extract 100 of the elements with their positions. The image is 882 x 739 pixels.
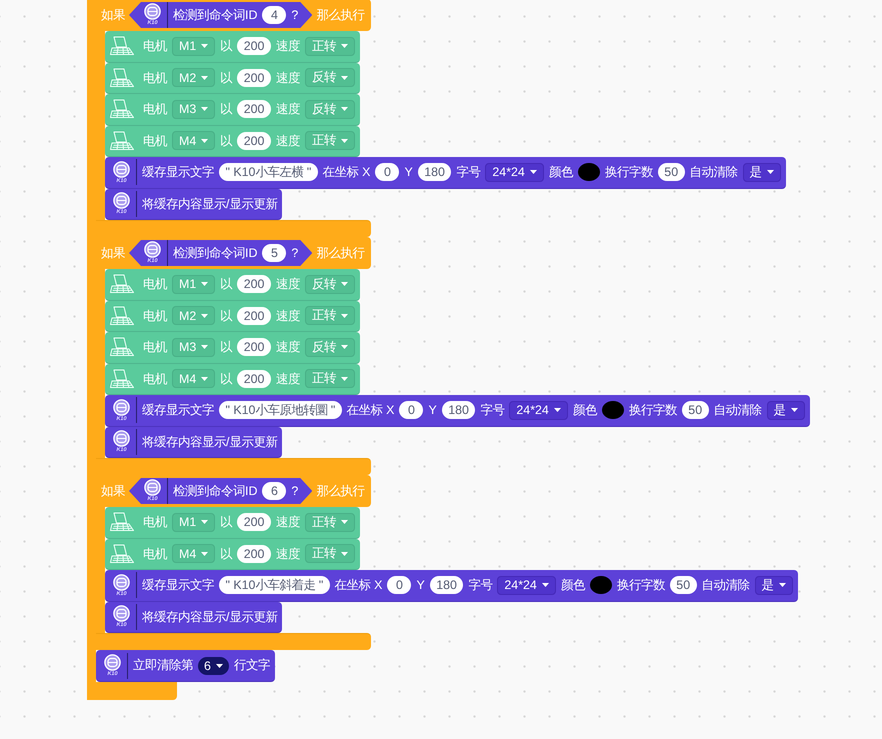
speed-field[interactable]: 200 — [237, 275, 271, 294]
block-label: 速度 — [276, 72, 300, 84]
x-field[interactable]: 0 — [375, 163, 400, 182]
block-label: 如果 — [101, 8, 125, 22]
speed-field[interactable]: 200 — [237, 544, 271, 563]
loop-block[interactable] — [87, 0, 810, 700]
speed-field[interactable]: 200 — [237, 68, 271, 87]
caret-icon — [201, 345, 208, 350]
block-label: 以 — [220, 40, 232, 52]
block-label: 那么执行 — [316, 246, 364, 260]
block-label: 换行字数 — [628, 404, 677, 416]
caret-icon — [201, 314, 208, 318]
y-field[interactable]: 180 — [442, 401, 476, 420]
block-label: 电机 — [143, 40, 167, 52]
motor-block[interactable]: 电机 M1 以 200 速度 正转 — [105, 31, 360, 62]
wrap-count-field[interactable]: 50 — [670, 576, 697, 594]
block-label: 立即清除第 — [133, 659, 193, 672]
motor-block[interactable]: 电机 M4 以 200 速度 正转 — [105, 538, 360, 570]
block-label: 以 — [220, 134, 232, 147]
block-label: 以 — [220, 278, 232, 290]
id-field[interactable]: 6 — [262, 482, 286, 500]
block-label: 字号 — [468, 579, 492, 592]
auto-clear-dropdown[interactable]: 是 — [766, 400, 805, 420]
motor-block[interactable]: 电机 M3 以 200 速度 反转 — [105, 332, 360, 364]
line-dropdown[interactable]: 6 — [198, 656, 229, 674]
block-label: 速度 — [276, 40, 300, 52]
block-label: 缓存显示文字 — [142, 579, 214, 592]
motor-block[interactable]: 电机 M4 以 200 速度 正转 — [105, 126, 360, 157]
speed-field[interactable]: 200 — [237, 338, 271, 356]
motor-block[interactable]: 电机 M3 以 200 速度 反转 — [105, 94, 360, 126]
caret-icon — [340, 76, 348, 80]
laptop-icon — [109, 542, 135, 565]
caret-icon — [340, 552, 348, 556]
caret-icon — [201, 376, 208, 381]
motor-block[interactable]: 电机 M1 以 200 速度 正转 — [105, 507, 360, 538]
caret-icon — [790, 408, 798, 412]
x-field[interactable]: 0 — [399, 401, 424, 420]
speed-field[interactable]: 200 — [237, 100, 271, 118]
wrap-count-field[interactable]: 50 — [658, 163, 685, 182]
speed-field[interactable]: 200 — [237, 513, 271, 532]
text-field[interactable]: " K10小车斜着走 " — [219, 576, 330, 594]
font-size-dropdown[interactable]: 24*24 — [497, 576, 556, 595]
caret-icon — [340, 282, 348, 286]
motor-block[interactable]: 电机 M4 以 200 速度 正转 — [105, 364, 360, 395]
block-label: 以 — [220, 103, 232, 116]
font-size-dropdown[interactable]: 24*24 — [509, 400, 568, 420]
motor-block[interactable]: 电机 M2 以 200 速度 正转 — [105, 300, 360, 332]
block-label: 速度 — [276, 372, 300, 385]
x-field[interactable]: 0 — [387, 576, 412, 594]
block-label: 以 — [220, 341, 232, 354]
block-label: 如果 — [101, 484, 125, 498]
block-label: 检测到命令词ID — [173, 246, 258, 260]
color-swatch-icon[interactable] — [590, 576, 612, 594]
y-field[interactable]: 180 — [430, 576, 464, 594]
round-logo-icon — [113, 430, 130, 447]
color-swatch-icon[interactable] — [602, 401, 624, 420]
speed-field[interactable]: 200 — [237, 37, 271, 56]
wrap-count-field[interactable]: 50 — [682, 401, 709, 420]
caret-icon — [554, 408, 561, 412]
block-label: Y — [416, 579, 425, 592]
block-label: 颜色 — [572, 404, 597, 416]
block-label: 那么执行 — [316, 8, 364, 22]
block-label: 如果 — [101, 246, 125, 260]
block-label: Y — [404, 166, 413, 178]
speed-field[interactable]: 200 — [237, 370, 271, 388]
block-label: 电机 — [143, 72, 167, 84]
caret-icon — [542, 583, 549, 588]
caret-icon — [340, 44, 348, 48]
block-label: 换行字数 — [604, 166, 653, 178]
block-label: 速度 — [276, 310, 300, 322]
block-label: 换行字数 — [616, 579, 665, 592]
y-field[interactable]: 180 — [418, 163, 452, 182]
laptop-icon — [109, 66, 135, 89]
block-label: 以 — [220, 72, 232, 84]
block-label: 速度 — [276, 134, 300, 147]
caret-icon — [201, 520, 208, 524]
text-field[interactable]: " K10小车左横 " — [219, 163, 318, 182]
motor-block[interactable]: 电机 M2 以 200 速度 反转 — [105, 62, 360, 94]
id-field[interactable]: 4 — [262, 6, 286, 24]
speed-field[interactable]: 200 — [237, 132, 271, 150]
text-field[interactable]: " K10小车原地转圜 " — [219, 401, 342, 420]
auto-clear-dropdown[interactable]: 是 — [754, 576, 793, 595]
block-label: 速度 — [276, 516, 300, 528]
font-size-dropdown[interactable]: 24*24 — [485, 162, 544, 182]
speed-field[interactable]: 200 — [237, 306, 271, 325]
caret-icon — [766, 170, 774, 174]
block-label: 颜色 — [560, 579, 585, 592]
motor-block[interactable]: 电机 M1 以 200 速度 反转 — [105, 269, 360, 300]
caret-icon — [340, 520, 348, 524]
block-label: 将缓存内容显示/显示更新 — [142, 198, 278, 210]
block-label: 将缓存内容显示/显示更新 — [142, 436, 278, 448]
id-field[interactable]: 5 — [262, 244, 286, 262]
auto-clear-dropdown[interactable]: 是 — [742, 162, 781, 182]
block-label: Y — [428, 404, 437, 416]
block-label: 自动清除 — [690, 166, 738, 178]
block-label: ? — [291, 484, 298, 498]
color-swatch-icon[interactable] — [578, 163, 600, 182]
block-label: 缓存显示文字 — [142, 404, 214, 416]
laptop-icon — [109, 304, 135, 327]
block-label: 电机 — [143, 310, 167, 322]
